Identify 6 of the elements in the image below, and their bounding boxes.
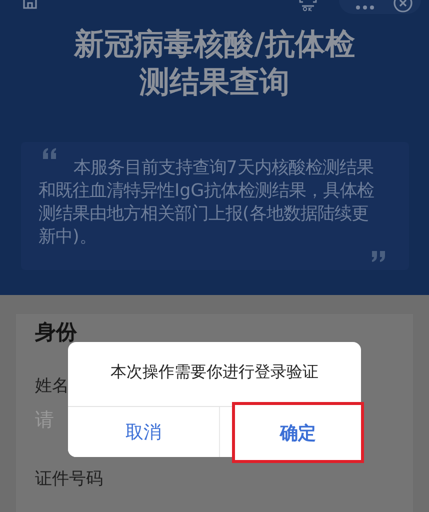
section-title: 身份 bbox=[35, 319, 78, 346]
field-label: 姓名 bbox=[35, 375, 70, 397]
page-title: 新冠病毒核酸/抗体检测结果查询 bbox=[72, 26, 356, 102]
dialog-message: 本次操作需要你进行登录验证 bbox=[110, 361, 320, 383]
notice-text: 本服务目前支持查询7天内核酸检测结果和既往血清特异性IgG抗体检测结果，具体检测结果由地方相关部门上报(各地数据陆续更新中)。 bbox=[38, 157, 376, 249]
field-label: 证件号码 bbox=[35, 468, 104, 490]
